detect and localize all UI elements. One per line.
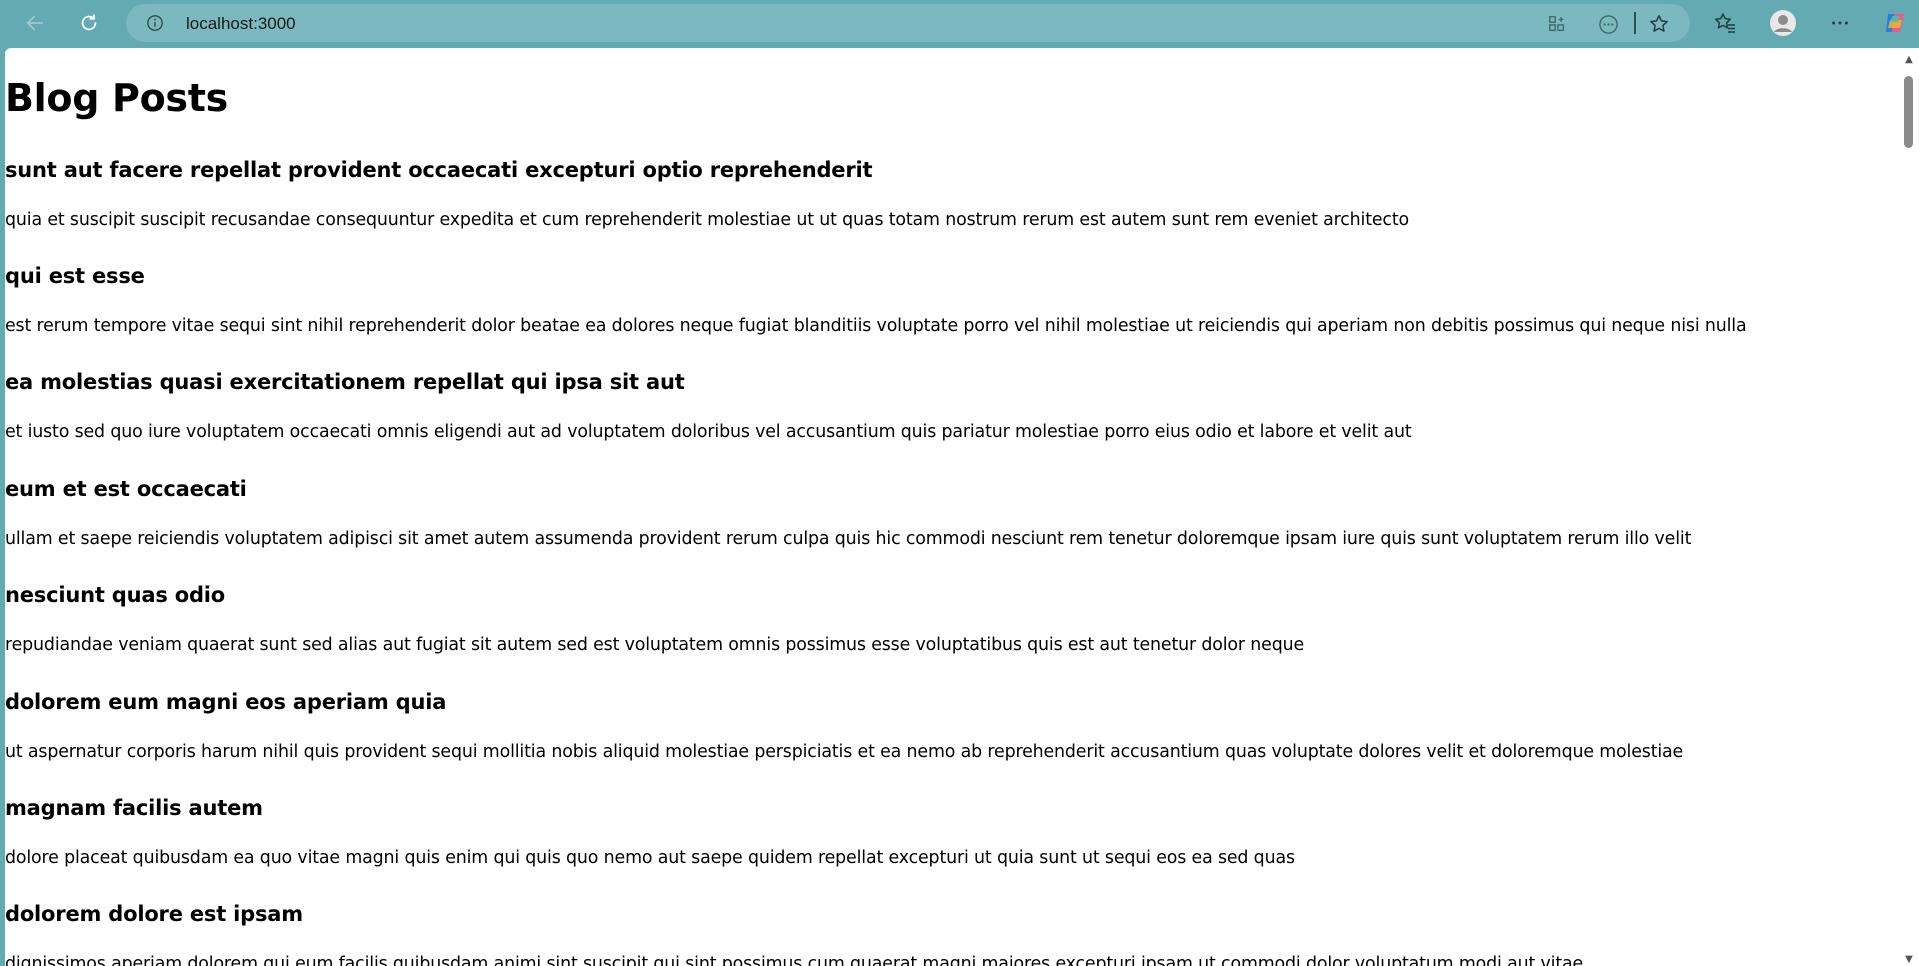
app-grid-icon[interactable]: [1546, 13, 1568, 35]
post-body: ut aspernatur corporis harum nihil quis …: [5, 742, 1684, 762]
scroll-down-arrow-icon[interactable]: ▼: [1904, 954, 1914, 965]
blog-post: sunt aut facere repellat provident occae…: [5, 158, 1885, 230]
favorites-list-icon[interactable]: [1710, 8, 1740, 38]
scroll-up-arrow-icon[interactable]: ▲: [1904, 54, 1914, 65]
browser-window: localhost:3000 Blog Posts sunt aut facer…: [0, 0, 1919, 966]
address-url[interactable]: localhost:3000: [186, 14, 296, 34]
address-bar[interactable]: localhost:3000: [126, 4, 1690, 42]
browser-toolbar: localhost:3000: [0, 0, 1919, 46]
post-title: dolorem eum magni eos aperiam quia: [5, 690, 447, 714]
post-body: repudiandae veniam quaerat sunt sed alia…: [5, 635, 1305, 655]
post-body: dignissimos aperiam dolorem qui eum faci…: [5, 954, 1584, 966]
post-body: est rerum tempore vitae sequi sint nihil…: [5, 316, 1747, 336]
post-title: dolorem dolore est ipsam: [5, 902, 303, 926]
page-title: Blog Posts: [5, 76, 228, 120]
blog-post: eum et est occaecati ullam et saepe reic…: [5, 477, 1885, 549]
copilot-icon[interactable]: [1880, 8, 1910, 38]
post-body: et iusto sed quo iure voluptatem occaeca…: [5, 422, 1412, 442]
info-icon[interactable]: [146, 14, 164, 32]
post-title: sunt aut facere repellat provident occae…: [5, 158, 873, 182]
page-content: Blog Posts sunt aut facere repellat prov…: [5, 48, 1895, 966]
post-title: ea molestias quasi exercitationem repell…: [5, 370, 685, 394]
page-viewport: Blog Posts sunt aut facere repellat prov…: [5, 48, 1919, 966]
post-title: nesciunt quas odio: [5, 583, 226, 607]
post-body: quia et suscipit suscipit recusandae con…: [5, 210, 1409, 230]
refresh-icon[interactable]: [73, 7, 105, 39]
scrollbar-thumb[interactable]: [1904, 76, 1913, 148]
post-title: qui est esse: [5, 264, 145, 288]
post-title: magnam facilis autem: [5, 796, 263, 820]
blog-post: dolorem eum magni eos aperiam quia ut as…: [5, 690, 1885, 762]
blog-post: nesciunt quas odio repudiandae veniam qu…: [5, 583, 1885, 655]
vertical-scrollbar[interactable]: ▲ ▼: [1899, 48, 1919, 966]
profile-avatar-icon[interactable]: [1768, 8, 1798, 38]
blog-post: dolorem dolore est ipsam dignissimos ape…: [5, 902, 1885, 966]
blog-post: magnam facilis autem dolore placeat quib…: [5, 796, 1885, 868]
ellipsis-menu-icon[interactable]: [1825, 8, 1855, 38]
post-body: ullam et saepe reiciendis voluptatem adi…: [5, 529, 1692, 549]
address-divider: [1634, 12, 1636, 34]
star-icon[interactable]: [1648, 13, 1670, 35]
blog-post: qui est esse est rerum tempore vitae seq…: [5, 264, 1885, 336]
blog-post: ea molestias quasi exercitationem repell…: [5, 370, 1885, 442]
back-arrow-icon[interactable]: [19, 7, 51, 39]
post-title: eum et est occaecati: [5, 477, 247, 501]
post-body: dolore placeat quibusdam ea quo vitae ma…: [5, 848, 1295, 868]
more-circle-icon[interactable]: [1597, 13, 1619, 35]
